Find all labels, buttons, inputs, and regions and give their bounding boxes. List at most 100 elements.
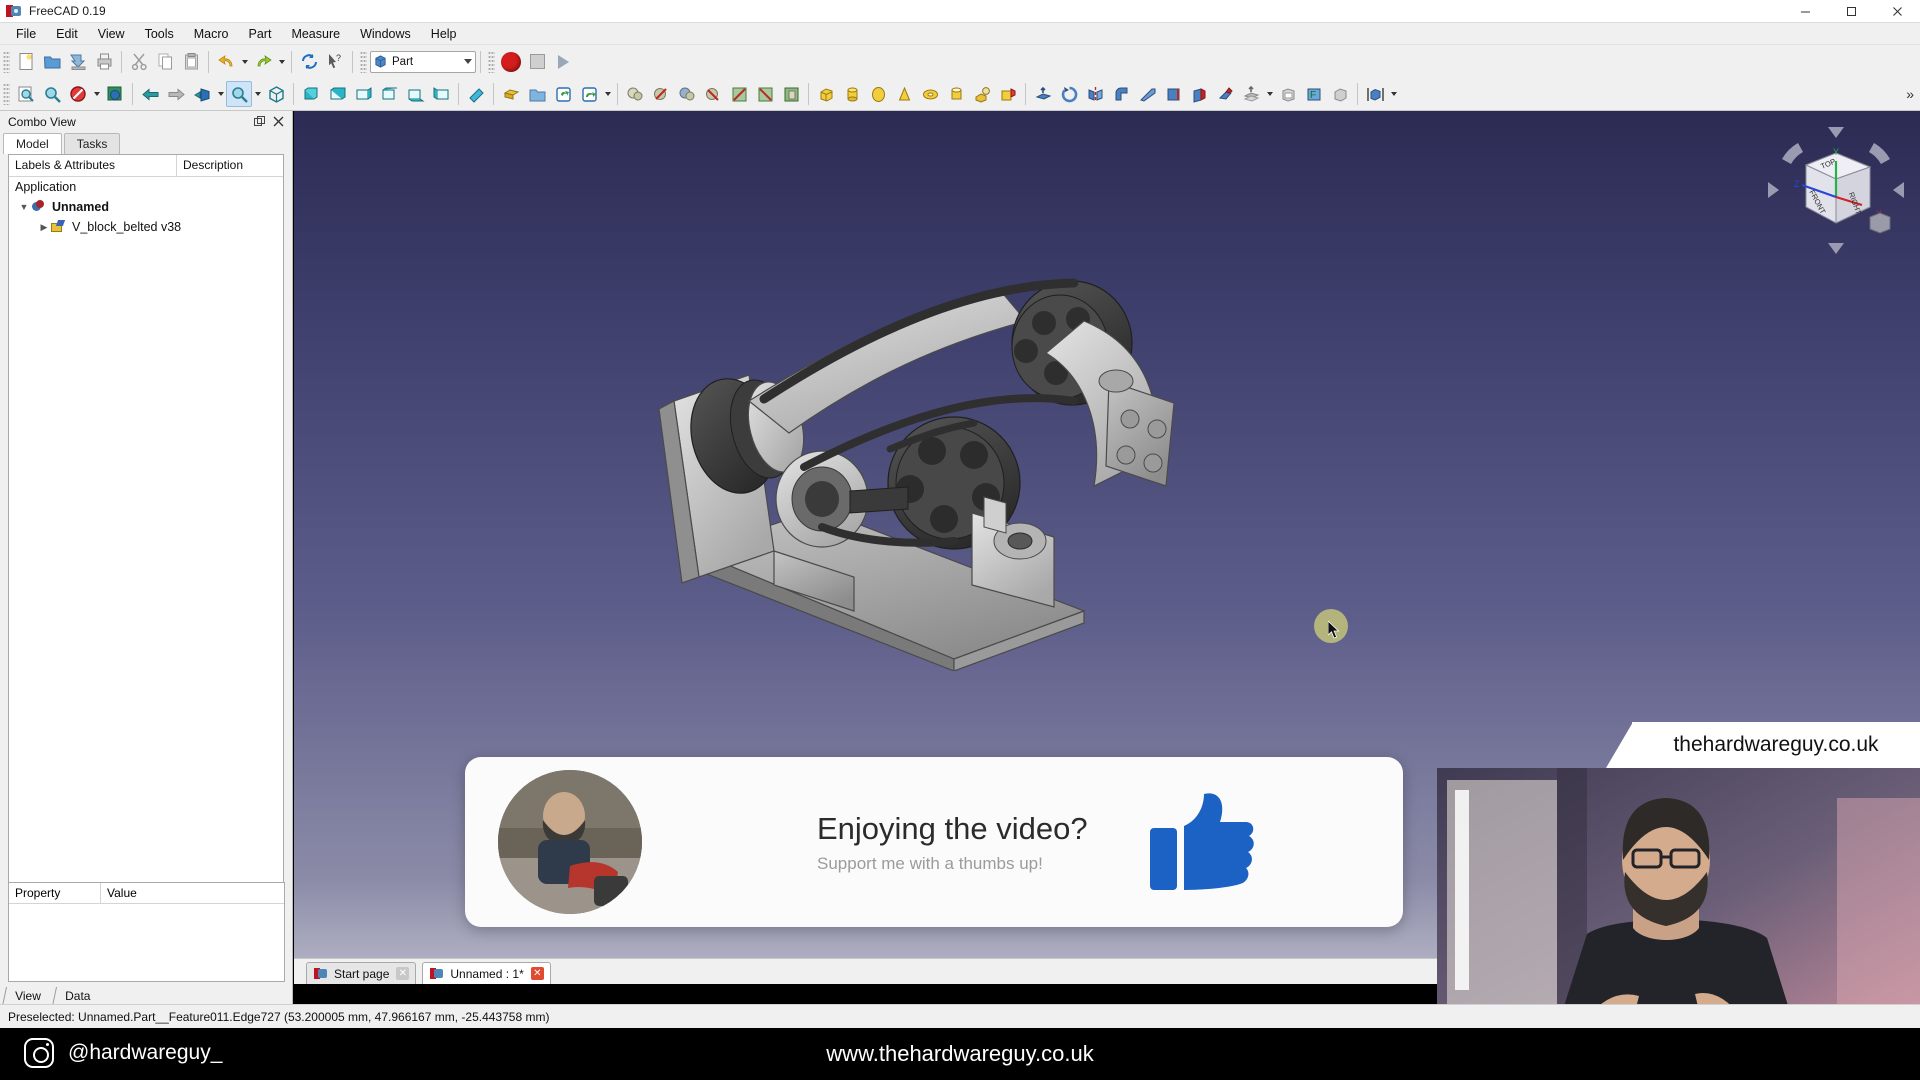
save-document-icon[interactable] bbox=[65, 49, 91, 75]
menu-tools[interactable]: Tools bbox=[135, 25, 184, 43]
section-icon[interactable] bbox=[726, 81, 752, 107]
export-shape-icon[interactable] bbox=[576, 81, 602, 107]
chevron-down-icon[interactable]: ▼ bbox=[17, 202, 31, 212]
paste-icon[interactable] bbox=[178, 49, 204, 75]
workbench-selector[interactable]: Part bbox=[370, 50, 476, 73]
sphere-primitive-icon[interactable] bbox=[865, 81, 891, 107]
sweep-icon[interactable] bbox=[1212, 81, 1238, 107]
menu-help[interactable]: Help bbox=[421, 25, 467, 43]
top-view-icon[interactable] bbox=[324, 81, 350, 107]
box-primitive-icon[interactable] bbox=[813, 81, 839, 107]
loft-icon[interactable] bbox=[1186, 81, 1212, 107]
zoom-selector-icon[interactable] bbox=[226, 81, 252, 107]
tube-primitive-icon[interactable] bbox=[943, 81, 969, 107]
model-tree[interactable]: Labels & Attributes Description Applicat… bbox=[8, 154, 284, 904]
refresh-icon[interactable] bbox=[296, 49, 322, 75]
compound-icon[interactable] bbox=[1362, 81, 1388, 107]
menu-measure[interactable]: Measure bbox=[281, 25, 350, 43]
axonometric-icon[interactable] bbox=[189, 81, 215, 107]
print-icon[interactable] bbox=[91, 49, 117, 75]
tab-tasks[interactable]: Tasks bbox=[63, 133, 121, 154]
menu-edit[interactable]: Edit bbox=[46, 25, 88, 43]
axonometric-dropdown-arrow[interactable] bbox=[215, 81, 226, 107]
front-view-icon[interactable] bbox=[298, 81, 324, 107]
copy-icon[interactable] bbox=[152, 49, 178, 75]
execute-macro-button[interactable] bbox=[550, 49, 576, 75]
measure-icon[interactable] bbox=[463, 81, 489, 107]
isometric-view-icon[interactable] bbox=[263, 81, 289, 107]
whats-this-icon[interactable]: ? bbox=[322, 49, 348, 75]
close-button[interactable] bbox=[1874, 0, 1920, 23]
document-tab-start-page[interactable]: Start page ✕ bbox=[306, 962, 417, 984]
refine-shape-icon[interactable] bbox=[550, 81, 576, 107]
cone-primitive-icon[interactable] bbox=[891, 81, 917, 107]
close-panel-button[interactable] bbox=[272, 115, 285, 128]
extrude-icon[interactable] bbox=[498, 81, 524, 107]
back-view-nav-icon[interactable] bbox=[137, 81, 163, 107]
tab-model[interactable]: Model bbox=[3, 133, 62, 154]
mirroring-icon[interactable] bbox=[1082, 81, 1108, 107]
ruled-surface-icon[interactable] bbox=[1160, 81, 1186, 107]
compound-dropdown-arrow[interactable] bbox=[1388, 81, 1399, 107]
left-view-icon[interactable] bbox=[428, 81, 454, 107]
part-folder-icon[interactable] bbox=[524, 81, 550, 107]
chamfer-icon[interactable] bbox=[1134, 81, 1160, 107]
offset-dropdown-arrow[interactable] bbox=[1264, 81, 1275, 107]
menu-macro[interactable]: Macro bbox=[184, 25, 239, 43]
redo-dropdown-arrow[interactable] bbox=[276, 49, 287, 75]
maximize-button[interactable] bbox=[1828, 0, 1874, 23]
projection-icon[interactable]: F bbox=[1301, 81, 1327, 107]
stop-macro-button[interactable] bbox=[524, 49, 550, 75]
toolbar-grip[interactable] bbox=[3, 83, 10, 105]
bottom-view-icon[interactable] bbox=[402, 81, 428, 107]
toolbar-grip[interactable] bbox=[488, 50, 495, 73]
tree-item-unnamed[interactable]: ▼ Unnamed bbox=[9, 197, 283, 217]
cad-model[interactable] bbox=[654, 251, 1294, 671]
document-tab-unnamed[interactable]: Unnamed : 1* ✕ bbox=[422, 962, 551, 984]
draw-style-icon[interactable] bbox=[65, 81, 91, 107]
bounding-box-icon[interactable] bbox=[1327, 81, 1353, 107]
shape-builder-icon[interactable] bbox=[969, 81, 995, 107]
export-dropdown-arrow[interactable] bbox=[602, 81, 613, 107]
chevron-right-icon[interactable]: ▶ bbox=[37, 222, 51, 233]
new-document-icon[interactable] bbox=[13, 49, 39, 75]
thickness-icon[interactable] bbox=[1275, 81, 1301, 107]
close-tab-button[interactable]: ✕ bbox=[396, 967, 410, 980]
navigation-cube[interactable]: Y X Z TOP FRONT RIGHT bbox=[1766, 125, 1906, 255]
boolean-icon[interactable] bbox=[622, 81, 648, 107]
menu-windows[interactable]: Windows bbox=[350, 25, 421, 43]
cut-icon[interactable] bbox=[126, 49, 152, 75]
property-editor[interactable]: Property Value bbox=[8, 882, 285, 982]
fit-all-icon[interactable] bbox=[13, 81, 39, 107]
open-document-icon[interactable] bbox=[39, 49, 65, 75]
boolean-common-icon[interactable] bbox=[700, 81, 726, 107]
cross-sections-icon[interactable] bbox=[752, 81, 778, 107]
primitives-icon[interactable] bbox=[995, 81, 1021, 107]
record-macro-button[interactable] bbox=[498, 49, 524, 75]
redo-icon[interactable] bbox=[250, 49, 276, 75]
menu-view[interactable]: View bbox=[88, 25, 135, 43]
float-panel-button[interactable] bbox=[253, 115, 266, 128]
extrude-face-icon[interactable] bbox=[1030, 81, 1056, 107]
rear-view-icon[interactable] bbox=[376, 81, 402, 107]
boolean-union-icon[interactable] bbox=[674, 81, 700, 107]
menu-part[interactable]: Part bbox=[239, 25, 282, 43]
toolbar-grip[interactable] bbox=[360, 50, 367, 73]
toolbar-grip[interactable] bbox=[3, 50, 10, 73]
draw-style-dropdown-arrow[interactable] bbox=[91, 81, 102, 107]
fillet-icon[interactable] bbox=[1108, 81, 1134, 107]
zoom-dropdown-arrow[interactable] bbox=[252, 81, 263, 107]
offset-icon[interactable] bbox=[1238, 81, 1264, 107]
box-zoom-icon[interactable] bbox=[102, 81, 128, 107]
tree-item-application[interactable]: Application bbox=[9, 177, 283, 197]
undo-dropdown-arrow[interactable] bbox=[239, 49, 250, 75]
minimize-button[interactable] bbox=[1782, 0, 1828, 23]
cylinder-primitive-icon[interactable] bbox=[839, 81, 865, 107]
toolbar-overflow-button[interactable]: » bbox=[1906, 86, 1920, 102]
compound-filter-icon[interactable] bbox=[778, 81, 804, 107]
tree-item-v-block-belted[interactable]: ▶ V_block_belted v38 bbox=[9, 217, 283, 237]
revolution-icon[interactable] bbox=[1056, 81, 1082, 107]
close-tab-button[interactable]: ✕ bbox=[530, 967, 544, 980]
boolean-cut-icon[interactable] bbox=[648, 81, 674, 107]
forward-view-nav-icon[interactable] bbox=[163, 81, 189, 107]
